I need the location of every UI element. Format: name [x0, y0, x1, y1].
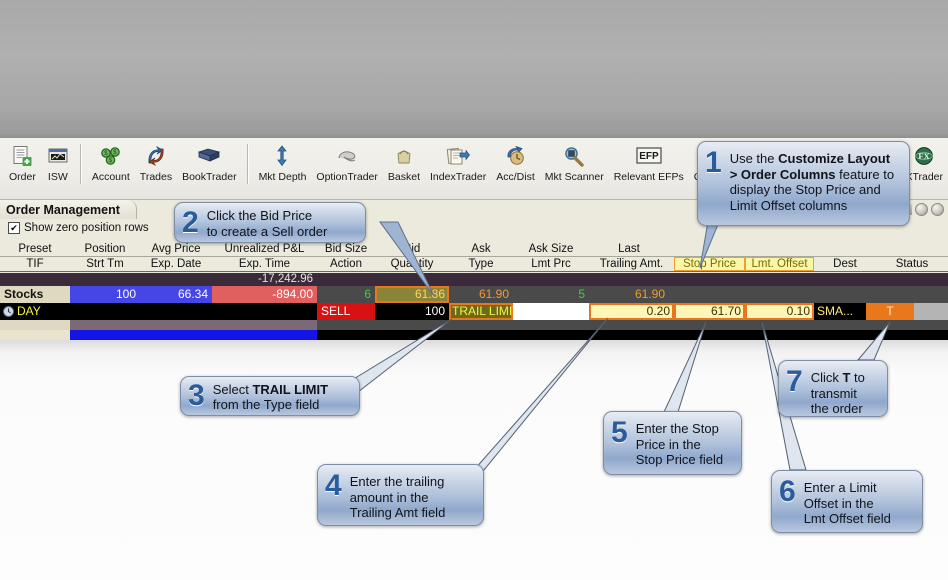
callout-4: 4 Enter the trailing amount in the Trailin… [317, 464, 484, 526]
callout-text: Enter the Stop Price in the Stop Price fie… [635, 421, 724, 467]
callout-2: 2 Click the Bid Price to create a Sell or… [174, 202, 366, 243]
callout-number: 5 [611, 416, 628, 449]
callout-text: Select TRAIL LIMIT from the Type field [212, 381, 329, 413]
callout-number: 2 [182, 205, 199, 239]
app-root: Order ISW $ $ $ Account Trades BookTrade… [0, 0, 948, 580]
callout-number: 1 [705, 146, 722, 179]
callout-number: 3 [188, 379, 205, 412]
callout-3: 3 Select TRAIL LIMIT from the Type field [180, 376, 360, 416]
callout-number: 7 [786, 365, 803, 398]
callout-text: Click T to transmit the order [810, 370, 865, 416]
callout-number: 6 [779, 475, 796, 508]
callout-text: Enter a Limit Offset in the Lmt Offset fie… [803, 480, 891, 526]
callout-6: 6 Enter a Limit Offset in the Lmt Offset f… [771, 470, 923, 533]
callout-number: 4 [325, 469, 342, 502]
callout-1: 1 Use the Customize Layout > Order Colum… [697, 141, 910, 226]
callout-text: Click the Bid Price to create a Sell orde… [206, 208, 328, 239]
callout-7: 7 Click T to transmit the order [778, 360, 888, 417]
callout-text: Enter the trailing amount in the Trailing … [349, 474, 446, 520]
callout-text: Use the Customize Layout > Order Columns… [729, 151, 895, 213]
callout-5: 5 Enter the Stop Price in the Stop Price f… [603, 411, 742, 475]
